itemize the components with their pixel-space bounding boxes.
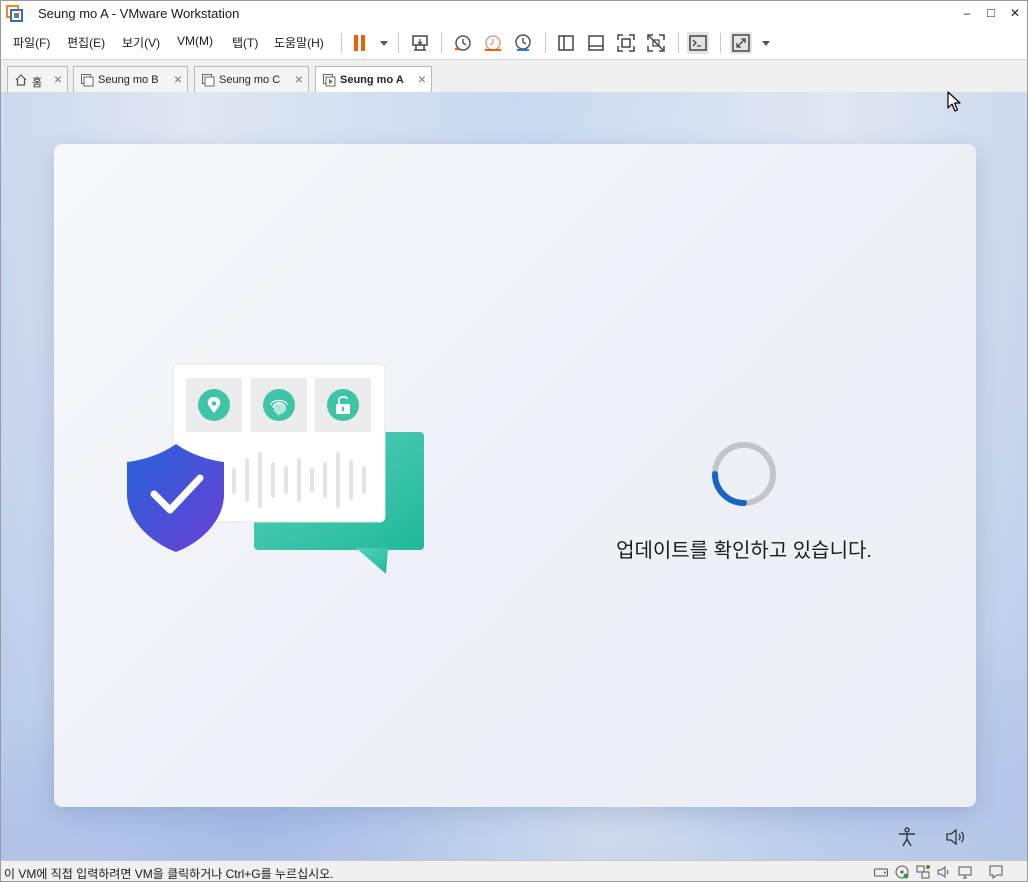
update-status-text: 업데이트를 확인하고 있습니다. <box>616 540 872 562</box>
toolbar-separator <box>398 33 399 53</box>
menu-vm[interactable]: VM(M) <box>177 34 213 48</box>
close-button[interactable]: ✕ <box>1005 4 1025 22</box>
close-tab-icon[interactable]: × <box>54 71 62 87</box>
menu-edit[interactable]: 편집(E) <box>67 34 105 51</box>
sound-icon[interactable] <box>936 864 952 880</box>
snapshot-icon[interactable] <box>452 32 474 54</box>
title-bar: Seung mo A - VMware Workstation – □ ✕ <box>0 0 1028 26</box>
menu-help[interactable]: 도움말(H) <box>274 34 324 51</box>
full-screen-icon[interactable] <box>615 32 637 54</box>
menu-tabs[interactable]: 탭(T) <box>232 34 258 51</box>
vm-running-icon <box>322 73 336 87</box>
menu-view[interactable]: 보기(V) <box>122 34 160 51</box>
vm-icon <box>80 73 94 87</box>
home-icon <box>14 73 28 87</box>
menu-toolbar-bar: 파일(F) 편집(E) 보기(V) VM(M) 탭(T) 도움말(H) <box>0 26 1028 59</box>
minimize-button[interactable]: – <box>957 4 977 22</box>
mouse-cursor-icon <box>946 91 962 113</box>
toolbar-separator <box>341 33 342 53</box>
display-icon[interactable] <box>957 864 973 880</box>
vm-icon <box>201 73 215 87</box>
toolbar-separator <box>678 33 679 53</box>
send-ctrl-alt-del-icon[interactable] <box>409 32 431 54</box>
network-icon[interactable] <box>915 864 931 880</box>
tab-label: Seung mo C <box>219 74 281 86</box>
loading-spinner-icon <box>710 440 778 508</box>
toolbar-separator <box>720 33 721 53</box>
tab-home[interactable]: 홈 × <box>7 66 68 92</box>
accessibility-icon[interactable] <box>896 826 918 848</box>
oobe-panel: 업데이트를 확인하고 있습니다. <box>54 144 976 807</box>
snapshot-manager-icon[interactable] <box>512 32 534 54</box>
status-bar: 이 VM에 직접 입력하려면 VM을 클릭하거나 Ctrl+G를 누르십시오. <box>0 860 1028 882</box>
view-dropdown-icon[interactable] <box>755 32 770 54</box>
stretch-guest-icon[interactable] <box>730 32 752 54</box>
status-message: 이 VM에 직접 입력하려면 VM을 클릭하거나 Ctrl+G를 누르십시오. <box>4 867 334 881</box>
menu-file[interactable]: 파일(F) <box>13 34 50 51</box>
hard-disk-icon[interactable] <box>873 864 889 880</box>
tab-seung-mo-c[interactable]: Seung mo C × <box>194 66 309 92</box>
unity-icon[interactable] <box>645 32 667 54</box>
tab-seung-mo-a[interactable]: Seung mo A × <box>315 66 432 93</box>
tab-bar: 홈 × Seung mo B × Seung mo C × Seung mo A… <box>0 59 1028 93</box>
volume-icon[interactable] <box>944 826 966 848</box>
cd-rom-icon[interactable] <box>894 864 910 880</box>
show-library-icon[interactable] <box>555 32 577 54</box>
toolbar-separator <box>441 33 442 53</box>
close-tab-icon[interactable]: × <box>418 71 426 87</box>
tab-label: Seung mo A <box>340 74 404 86</box>
close-tab-icon[interactable]: × <box>295 71 303 87</box>
maximize-button[interactable]: □ <box>981 4 1001 22</box>
pause-icon[interactable] <box>349 32 371 54</box>
security-illustration <box>124 362 434 582</box>
vm-console[interactable]: 업데이트를 확인하고 있습니다. <box>0 92 1028 860</box>
close-tab-icon[interactable]: × <box>174 71 182 87</box>
tab-seung-mo-b[interactable]: Seung mo B × <box>73 66 188 92</box>
dropdown-arrow-icon[interactable] <box>373 32 388 54</box>
window-title: Seung mo A - VMware Workstation <box>38 6 240 21</box>
message-icon[interactable] <box>988 864 1004 880</box>
revert-snapshot-icon[interactable] <box>482 32 504 54</box>
thumbnail-bar-icon[interactable] <box>585 32 607 54</box>
console-view-icon[interactable] <box>687 32 709 54</box>
tab-label: 홈 <box>32 77 43 89</box>
vmware-logo-icon <box>6 5 23 22</box>
toolbar-separator <box>545 33 546 53</box>
tab-label: Seung mo B <box>98 74 159 86</box>
